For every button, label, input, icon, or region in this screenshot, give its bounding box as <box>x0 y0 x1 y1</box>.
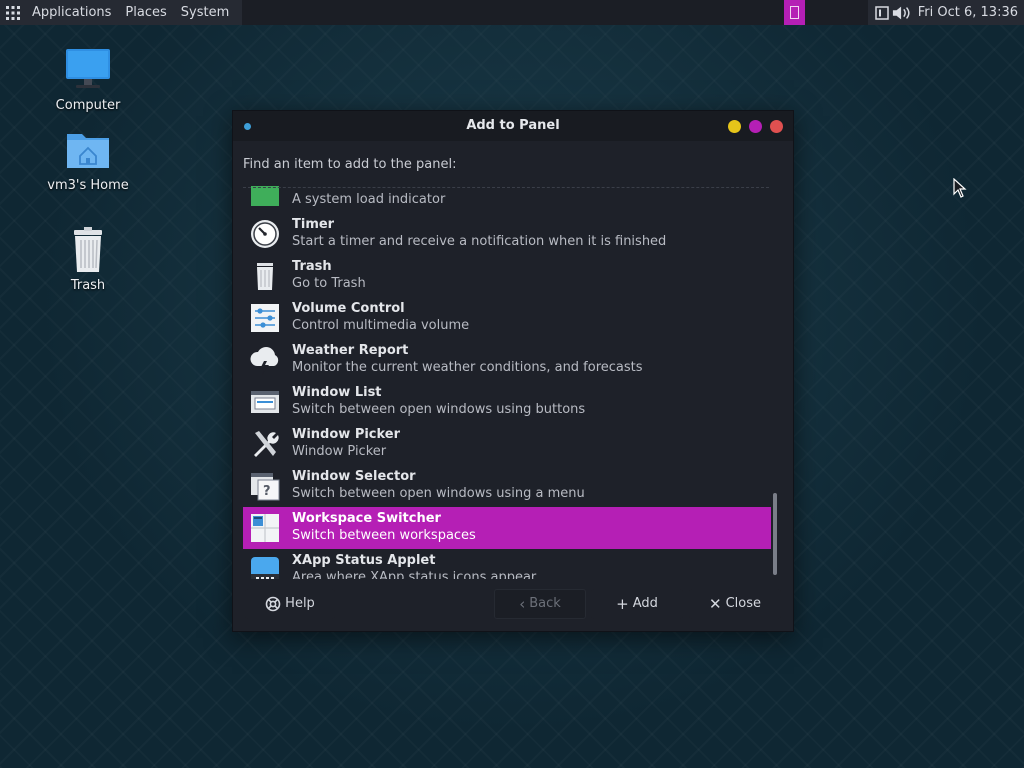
desktop-icon-label: vm3's Home <box>47 178 129 193</box>
panel-tray: Fri Oct 6, 13:36 <box>867 0 1024 25</box>
dialog-prompt: Find an item to add to the panel: <box>243 157 457 172</box>
list-item[interactable]: XApp Status Applet Area where XApp statu… <box>243 549 771 579</box>
list-scrollbar[interactable] <box>771 187 779 579</box>
mouse-cursor-icon <box>953 178 967 198</box>
item-description: Switch between open windows using a menu <box>292 486 585 501</box>
apps-grid-icon[interactable] <box>0 0 25 25</box>
list-item[interactable]: Window Picker Window Picker <box>243 423 771 465</box>
menu-applications[interactable]: Applications <box>25 0 118 25</box>
scrollbar-thumb[interactable] <box>773 493 777 575</box>
maximize-button[interactable] <box>749 120 762 133</box>
home-folder-icon <box>67 134 109 168</box>
panel-left-menus: Applications Places System <box>0 0 243 25</box>
add-button[interactable]: + Add <box>591 589 683 619</box>
timer-icon <box>251 220 279 248</box>
xapp-status-icon <box>251 557 279 579</box>
desktop-icon-label: Computer <box>55 98 121 113</box>
window-indicator-icon[interactable] <box>784 0 805 25</box>
keyboard-indicator-icon[interactable] <box>872 0 892 25</box>
item-description: Control multimedia volume <box>292 318 470 333</box>
workspace-switcher-icon <box>251 514 279 542</box>
item-name: Window List <box>292 385 382 400</box>
computer-icon <box>66 49 110 88</box>
list-item[interactable]: ? Window Selector Switch between open wi… <box>243 465 771 507</box>
weather-icon <box>250 347 279 375</box>
item-name: Workspace Switcher <box>292 511 441 526</box>
item-description: Start a timer and receive a notification… <box>292 234 667 249</box>
minimize-button[interactable] <box>728 120 741 133</box>
help-button[interactable]: Help <box>245 589 335 619</box>
list-item[interactable]: Trash Go to Trash <box>243 255 771 297</box>
menu-system[interactable]: System <box>174 0 236 25</box>
item-description: Area where XApp status icons appear <box>292 570 537 579</box>
volume-control-icon <box>251 304 279 332</box>
desktop-icon-trash[interactable]: Trash <box>38 226 138 293</box>
clock[interactable]: Fri Oct 6, 13:36 <box>912 5 1018 20</box>
item-description: Monitor the current weather conditions, … <box>292 360 643 375</box>
close-window-button[interactable] <box>770 120 783 133</box>
list-item[interactable]: Volume Control Control multimedia volume <box>243 297 771 339</box>
item-name: Window Picker <box>292 427 401 442</box>
close-button[interactable]: ✕ Close <box>689 589 781 619</box>
applet-list[interactable]: A system load indicator Timer Start a ti… <box>243 183 781 579</box>
add-to-panel-dialog: Add to Panel Find an item to add to the … <box>232 110 794 632</box>
window-list-icon <box>251 391 279 413</box>
item-description: Go to Trash <box>292 276 366 291</box>
item-description: Switch between open windows using button… <box>292 402 586 417</box>
item-name: Timer <box>292 217 335 232</box>
svg-text:?: ? <box>263 484 271 499</box>
item-name: Weather Report <box>292 343 409 358</box>
list-top-divider <box>243 187 769 188</box>
list-item-selected[interactable]: Workspace Switcher Switch between worksp… <box>243 507 771 549</box>
help-button-label: Help <box>285 596 315 611</box>
list-item[interactable]: Weather Report Monitor the current weath… <box>243 339 771 381</box>
back-button-label: Back <box>529 596 561 611</box>
top-panel: Applications Places System Fri Oct 6, 13… <box>0 0 1024 25</box>
applet-list-items: A system load indicator Timer Start a ti… <box>243 183 771 579</box>
chevron-left-icon: ‹ <box>519 595 526 613</box>
item-description: Window Picker <box>292 444 387 459</box>
item-description: A system load indicator <box>292 192 446 207</box>
trash-icon <box>257 263 273 290</box>
item-name: XApp Status Applet <box>292 553 436 568</box>
volume-icon[interactable] <box>892 0 912 25</box>
window-selector-icon: ? <box>251 473 280 501</box>
item-name: Window Selector <box>292 469 416 484</box>
close-icon: ✕ <box>709 595 722 613</box>
item-name: Volume Control <box>292 301 405 316</box>
item-name: Trash <box>292 259 332 274</box>
menu-places[interactable]: Places <box>118 0 173 25</box>
titlebar[interactable]: Add to Panel <box>233 111 793 141</box>
close-button-label: Close <box>725 596 761 611</box>
back-button[interactable]: ‹ Back <box>494 589 586 619</box>
plus-icon: + <box>616 595 629 613</box>
list-item[interactable]: Timer Start a timer and receive a notifi… <box>243 213 771 255</box>
add-button-label: Add <box>632 596 658 611</box>
item-description: Switch between workspaces <box>292 528 476 543</box>
desktop-icon-computer[interactable]: Computer <box>38 46 138 113</box>
dialog-title: Add to Panel <box>466 118 560 133</box>
trash-icon <box>74 227 102 272</box>
list-item[interactable]: Window List Switch between open windows … <box>243 381 771 423</box>
desktop-icon-label: Trash <box>70 278 106 293</box>
help-icon <box>265 589 281 619</box>
desktop-icon-home[interactable]: vm3's Home <box>38 126 138 193</box>
tools-icon <box>254 431 279 457</box>
